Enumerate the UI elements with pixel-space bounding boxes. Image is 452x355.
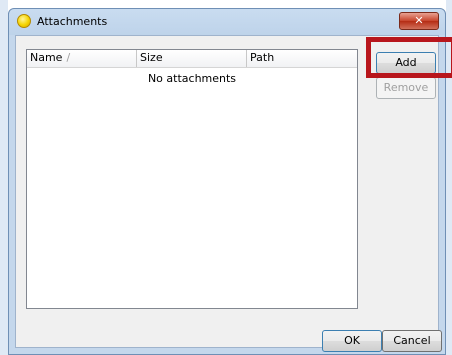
column-header-size[interactable]: Size — [137, 50, 247, 67]
dialog-body: Name / Size Path No attachments Add Remov… — [15, 35, 442, 352]
close-button[interactable]: ✕ — [399, 12, 439, 30]
list-header: Name / Size Path — [27, 50, 357, 68]
empty-list-message: No attachments — [147, 72, 237, 85]
dialog-title: Attachments — [37, 15, 108, 28]
remove-button[interactable]: Remove — [376, 77, 436, 99]
ok-button[interactable]: OK — [322, 330, 382, 352]
sort-indicator: / — [66, 51, 71, 64]
title-bar[interactable]: Attachments ✕ — [9, 9, 445, 35]
cancel-button[interactable]: Cancel — [382, 330, 442, 352]
column-header-name[interactable]: Name / — [27, 50, 137, 67]
column-header-path[interactable]: Path — [247, 50, 359, 67]
app-icon — [17, 14, 31, 28]
highlight-box — [366, 37, 452, 78]
background-app-left — [0, 0, 8, 355]
attachments-list[interactable]: Name / Size Path No attachments — [26, 49, 358, 309]
